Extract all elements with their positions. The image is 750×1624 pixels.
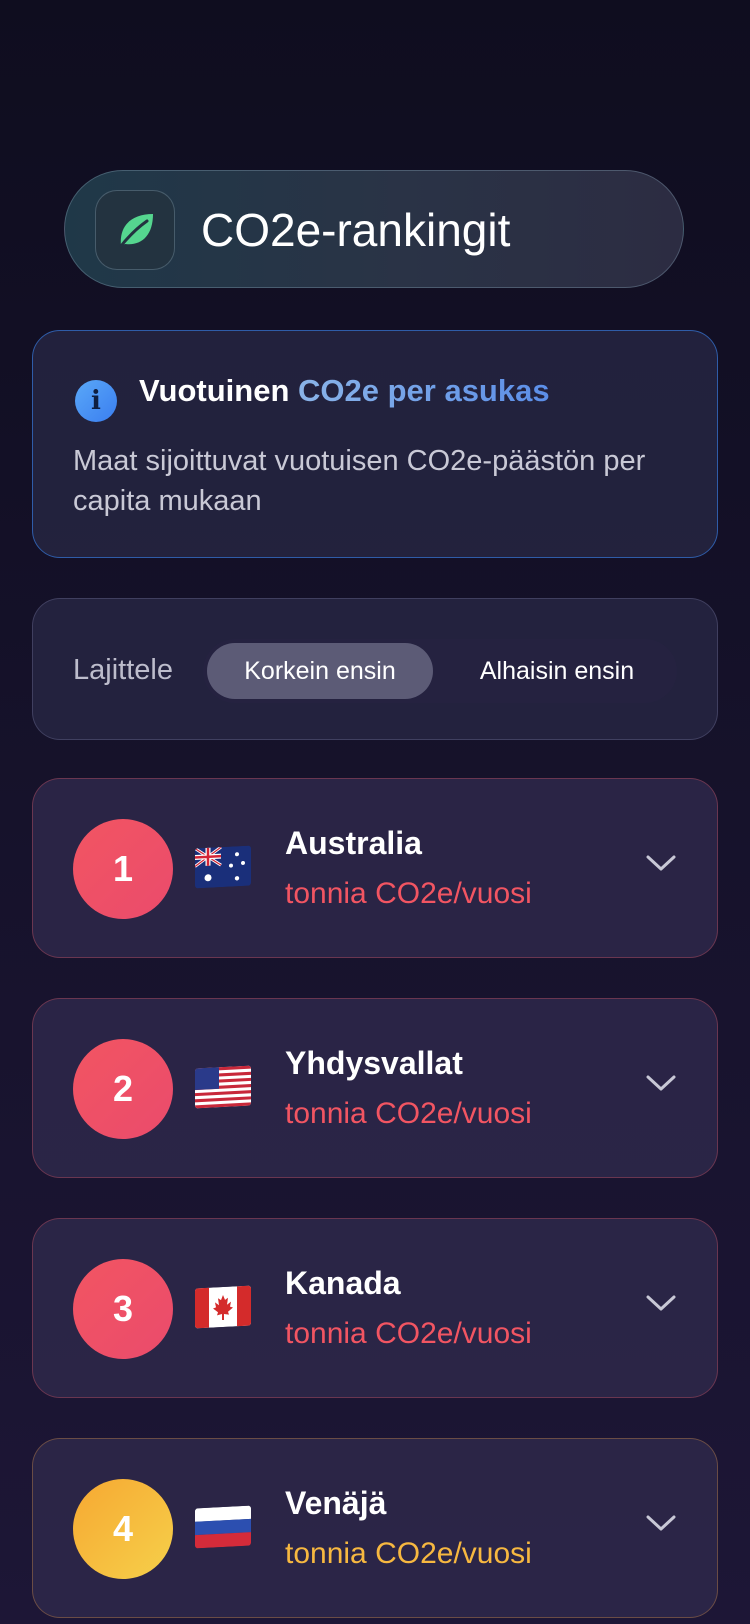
sort-option-lowest-first[interactable]: Alhaisin ensin	[441, 643, 673, 699]
page-title: CO2e-rankingit	[201, 204, 511, 256]
rank-badge: 1	[73, 819, 173, 919]
sort-card: Lajittele Korkein ensin Alhaisin ensin	[32, 598, 718, 740]
chevron-down-icon[interactable]	[645, 1293, 677, 1313]
rank-badge: 4	[73, 1479, 173, 1579]
country-name: Kanada	[285, 1265, 401, 1301]
country-name: Australia	[285, 825, 422, 861]
emission-unit: tonnia CO2e/vuosi	[285, 1537, 532, 1570]
flag-russia-icon	[195, 1505, 251, 1549]
emission-unit: tonnia CO2e/vuosi	[285, 1097, 532, 1130]
info-title-plain: Vuotuinen	[139, 373, 298, 408]
info-title: Vuotuinen CO2e per asukas	[139, 373, 550, 409]
app-header: CO2e-rankingit	[64, 170, 684, 288]
flag-usa-icon	[195, 1065, 251, 1109]
rank-badge: 3	[73, 1259, 173, 1359]
country-name: Venäjä	[285, 1485, 387, 1521]
sort-label: Lajittele	[73, 654, 173, 686]
info-card: i Vuotuinen CO2e per asukas Maat sijoitt…	[32, 330, 718, 558]
chevron-down-icon[interactable]	[645, 1513, 677, 1533]
chevron-down-icon[interactable]	[645, 853, 677, 873]
leaf-icon	[95, 190, 175, 270]
sort-option-highest-first[interactable]: Korkein ensin	[207, 643, 433, 699]
ranking-card-1[interactable]: 1 Australia tonnia CO2e/vuosi	[32, 778, 718, 958]
info-title-accent: CO2e per asukas	[298, 373, 550, 408]
ranking-card-2[interactable]: 2 Yhdysvallat tonnia CO2e/vuosi	[32, 998, 718, 1178]
sort-segmented-control: Korkein ensin Alhaisin ensin	[203, 639, 677, 703]
flag-canada-icon	[195, 1285, 251, 1329]
country-name: Yhdysvallat	[285, 1045, 463, 1081]
ranking-card-4[interactable]: 4 Venäjä tonnia CO2e/vuosi	[32, 1438, 718, 1618]
emission-unit: tonnia CO2e/vuosi	[285, 1317, 532, 1350]
ranking-card-3[interactable]: 3 Kanada tonnia CO2e/vuosi	[32, 1218, 718, 1398]
emission-unit: tonnia CO2e/vuosi	[285, 877, 532, 910]
flag-australia-icon	[195, 845, 251, 889]
chevron-down-icon[interactable]	[645, 1073, 677, 1093]
info-description: Maat sijoittuvat vuotuisen CO2e-päästön …	[73, 445, 646, 517]
info-icon: i	[75, 380, 117, 422]
rank-badge: 2	[73, 1039, 173, 1139]
